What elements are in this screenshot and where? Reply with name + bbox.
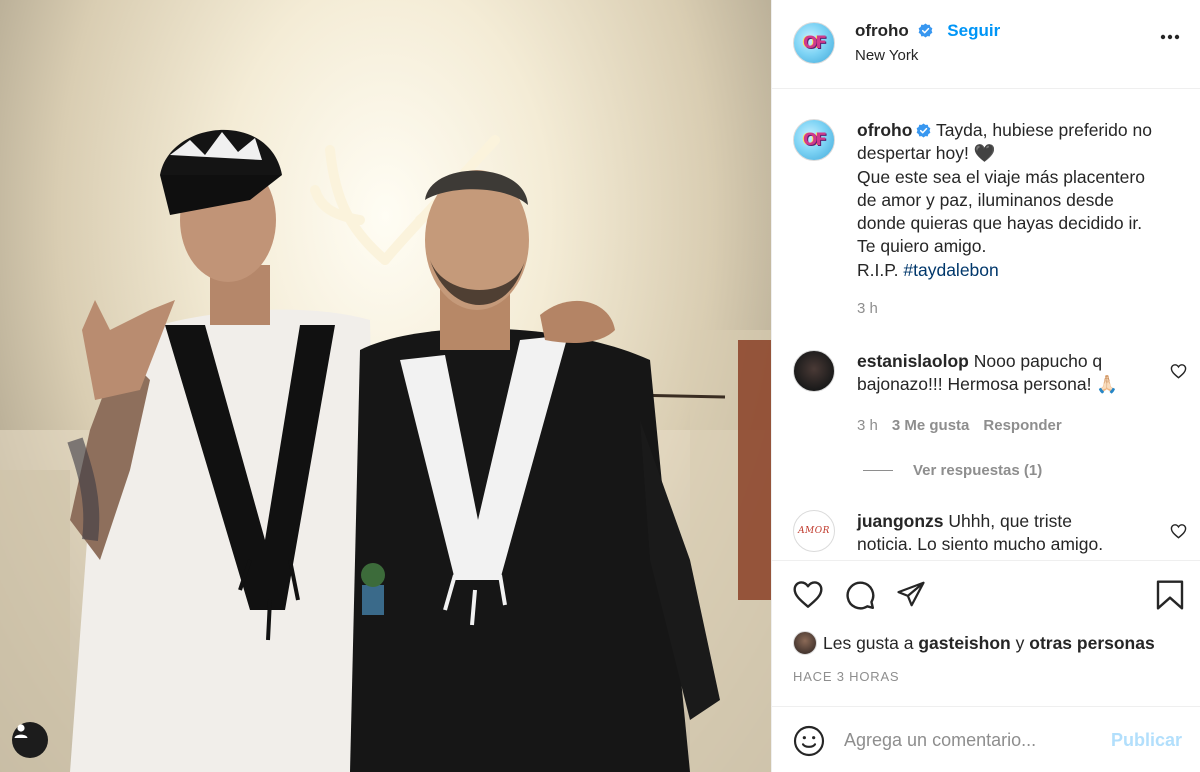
post-photo[interactable] <box>0 0 771 772</box>
post-location[interactable]: New York <box>855 47 918 64</box>
bookmark-icon[interactable] <box>1155 579 1185 611</box>
comment-line: Uhhh, que triste <box>948 511 1072 531</box>
comment-meta: 3 h 3 Me gusta Responder <box>857 417 1062 434</box>
caption-line: donde quieras que hayas decidido ir. <box>857 213 1143 234</box>
liker-username[interactable]: gasteishon <box>918 633 1010 654</box>
comment-text: estanislaolop Nooo papucho q bajonazo!!!… <box>857 350 1173 397</box>
post-side-panel: OF ofroho Seguir New York OF ofroho Tayd… <box>771 0 1200 772</box>
likes-summary[interactable]: Les gusta a gasteishon y otras personas <box>793 631 1155 655</box>
publish-button[interactable]: Publicar <box>1111 730 1182 751</box>
hashtag-link[interactable]: #taydalebon <box>903 260 998 280</box>
photo-illustration <box>0 129 771 772</box>
caption-line: Te quiero amigo. <box>857 236 987 257</box>
user-tag-button[interactable] <box>12 722 48 758</box>
comment-like-icon[interactable] <box>1170 363 1187 379</box>
view-replies-button[interactable]: Ver respuestas (1) <box>863 462 1042 479</box>
replies-divider <box>863 470 893 471</box>
caption-line: Tayda, hubiese preferido no <box>935 120 1152 140</box>
avatar-logo-text: OF <box>802 33 827 53</box>
author-avatar[interactable]: OF <box>793 22 835 64</box>
user-tag-icon <box>14 724 28 738</box>
comment-line: bajonazo!!! Hermosa persona! 🙏🏻 <box>857 374 1119 395</box>
comment-icon[interactable] <box>844 579 876 611</box>
post-timestamp[interactable]: HACE 3 HORAS <box>793 669 899 684</box>
other-likers-link[interactable]: otras personas <box>1029 633 1154 654</box>
caption-line: de amor y paz, iluminanos desde <box>857 189 1114 210</box>
author-name-line: ofroho Seguir <box>855 21 1000 41</box>
commenter-avatar[interactable] <box>793 350 835 392</box>
caption-author-avatar[interactable]: OF <box>793 119 835 161</box>
comment-time[interactable]: 3 h <box>857 417 878 434</box>
likes-connector: y <box>1015 632 1025 653</box>
avatar-amor-text: AMOR <box>798 526 830 536</box>
comment-line: noticia. Lo siento mucho amigo. <box>857 534 1104 555</box>
heart-icon[interactable] <box>792 579 824 609</box>
comment-like-icon[interactable] <box>1170 523 1187 539</box>
post-header: OF ofroho Seguir New York <box>772 0 1200 89</box>
caption-line: despertar hoy! 🖤 <box>857 143 996 164</box>
view-replies-label: Ver respuestas (1) <box>913 462 1043 479</box>
commenter-avatar[interactable]: AMOR <box>793 510 835 552</box>
caption-text: ofroho Tayda, hubiese preferido no despe… <box>857 119 1173 282</box>
comment-text: juangonzs Uhhh, que triste noticia. Lo s… <box>857 510 1173 557</box>
comment-input[interactable] <box>844 725 1094 755</box>
caption-line: R.I.P. <box>857 259 899 280</box>
comment-line: Nooo papucho q <box>973 351 1103 371</box>
left-person <box>67 129 380 772</box>
author-username[interactable]: ofroho <box>855 21 909 40</box>
reply-button[interactable]: Responder <box>983 417 1061 434</box>
caption-username[interactable]: ofroho <box>857 120 912 140</box>
comment-likes-count[interactable]: 3 Me gusta <box>892 417 970 434</box>
verified-badge-icon <box>917 123 931 138</box>
avatar-logo-text: OF <box>802 130 827 150</box>
emoji-icon[interactable] <box>793 725 825 757</box>
comment-username[interactable]: estanislaolop <box>857 351 969 371</box>
comment-username[interactable]: juangonzs <box>857 511 944 531</box>
post-actions: Les gusta a gasteishon y otras personas … <box>772 560 1200 706</box>
share-icon[interactable] <box>895 579 927 609</box>
comments-list[interactable]: OF ofroho Tayda, hubiese preferido no de… <box>772 90 1200 560</box>
more-options-icon[interactable] <box>1160 34 1180 40</box>
follow-button[interactable]: Seguir <box>947 21 1000 40</box>
caption-time[interactable]: 3 h <box>857 300 878 317</box>
add-comment-bar: Publicar <box>772 706 1200 772</box>
verified-badge-icon <box>918 23 932 38</box>
liker-avatar <box>793 631 817 655</box>
caption-line: Que este sea el viaje más placentero <box>857 166 1145 187</box>
likes-prefix: Les gusta a <box>823 632 914 653</box>
